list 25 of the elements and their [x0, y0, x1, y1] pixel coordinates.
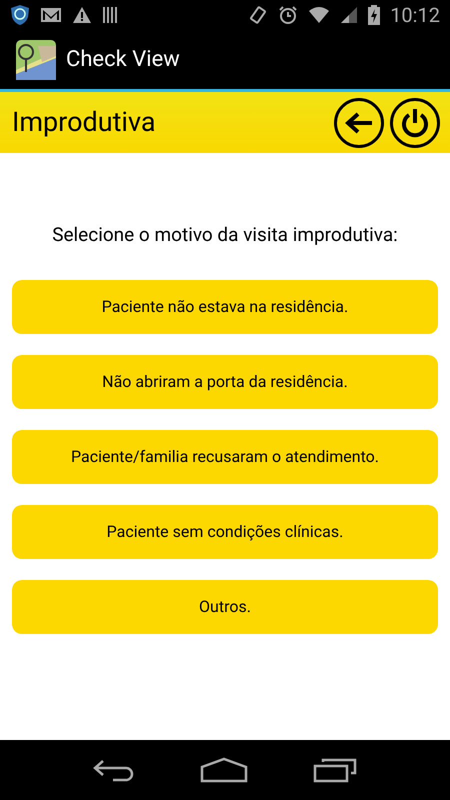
wifi-icon: [308, 6, 330, 24]
home-icon[interactable]: [200, 757, 248, 783]
power-icon: [399, 106, 431, 138]
alarm-icon: [278, 5, 298, 25]
option-button[interactable]: Paciente não estava na residência.: [12, 280, 438, 334]
app-title: Check View: [66, 46, 180, 74]
mail-icon: [40, 7, 62, 23]
option-button[interactable]: Paciente sem condições clínicas.: [12, 504, 438, 558]
back-nav-icon[interactable]: [92, 758, 135, 782]
warning-icon: [72, 6, 92, 24]
option-button[interactable]: Outros.: [12, 580, 438, 634]
back-button[interactable]: [334, 98, 384, 148]
clock-time: 10:12: [390, 2, 440, 29]
signal-icon: [340, 6, 358, 24]
app-logo-icon: [16, 40, 56, 80]
prompt-text: Selecione o motivo da visita improdutiva:: [51, 222, 399, 248]
left-arrow-icon: [344, 110, 374, 134]
recent-apps-icon[interactable]: [313, 757, 358, 783]
barcode-icon: [102, 6, 118, 24]
header-title: Improdutiva: [12, 105, 157, 140]
option-button[interactable]: Não abriram a porta da residência.: [12, 354, 438, 408]
battery-icon: [368, 5, 380, 25]
shield-icon: [10, 4, 30, 26]
option-button[interactable]: Paciente/familia recusaram o atendimento.: [12, 430, 438, 484]
power-button[interactable]: [390, 98, 440, 148]
